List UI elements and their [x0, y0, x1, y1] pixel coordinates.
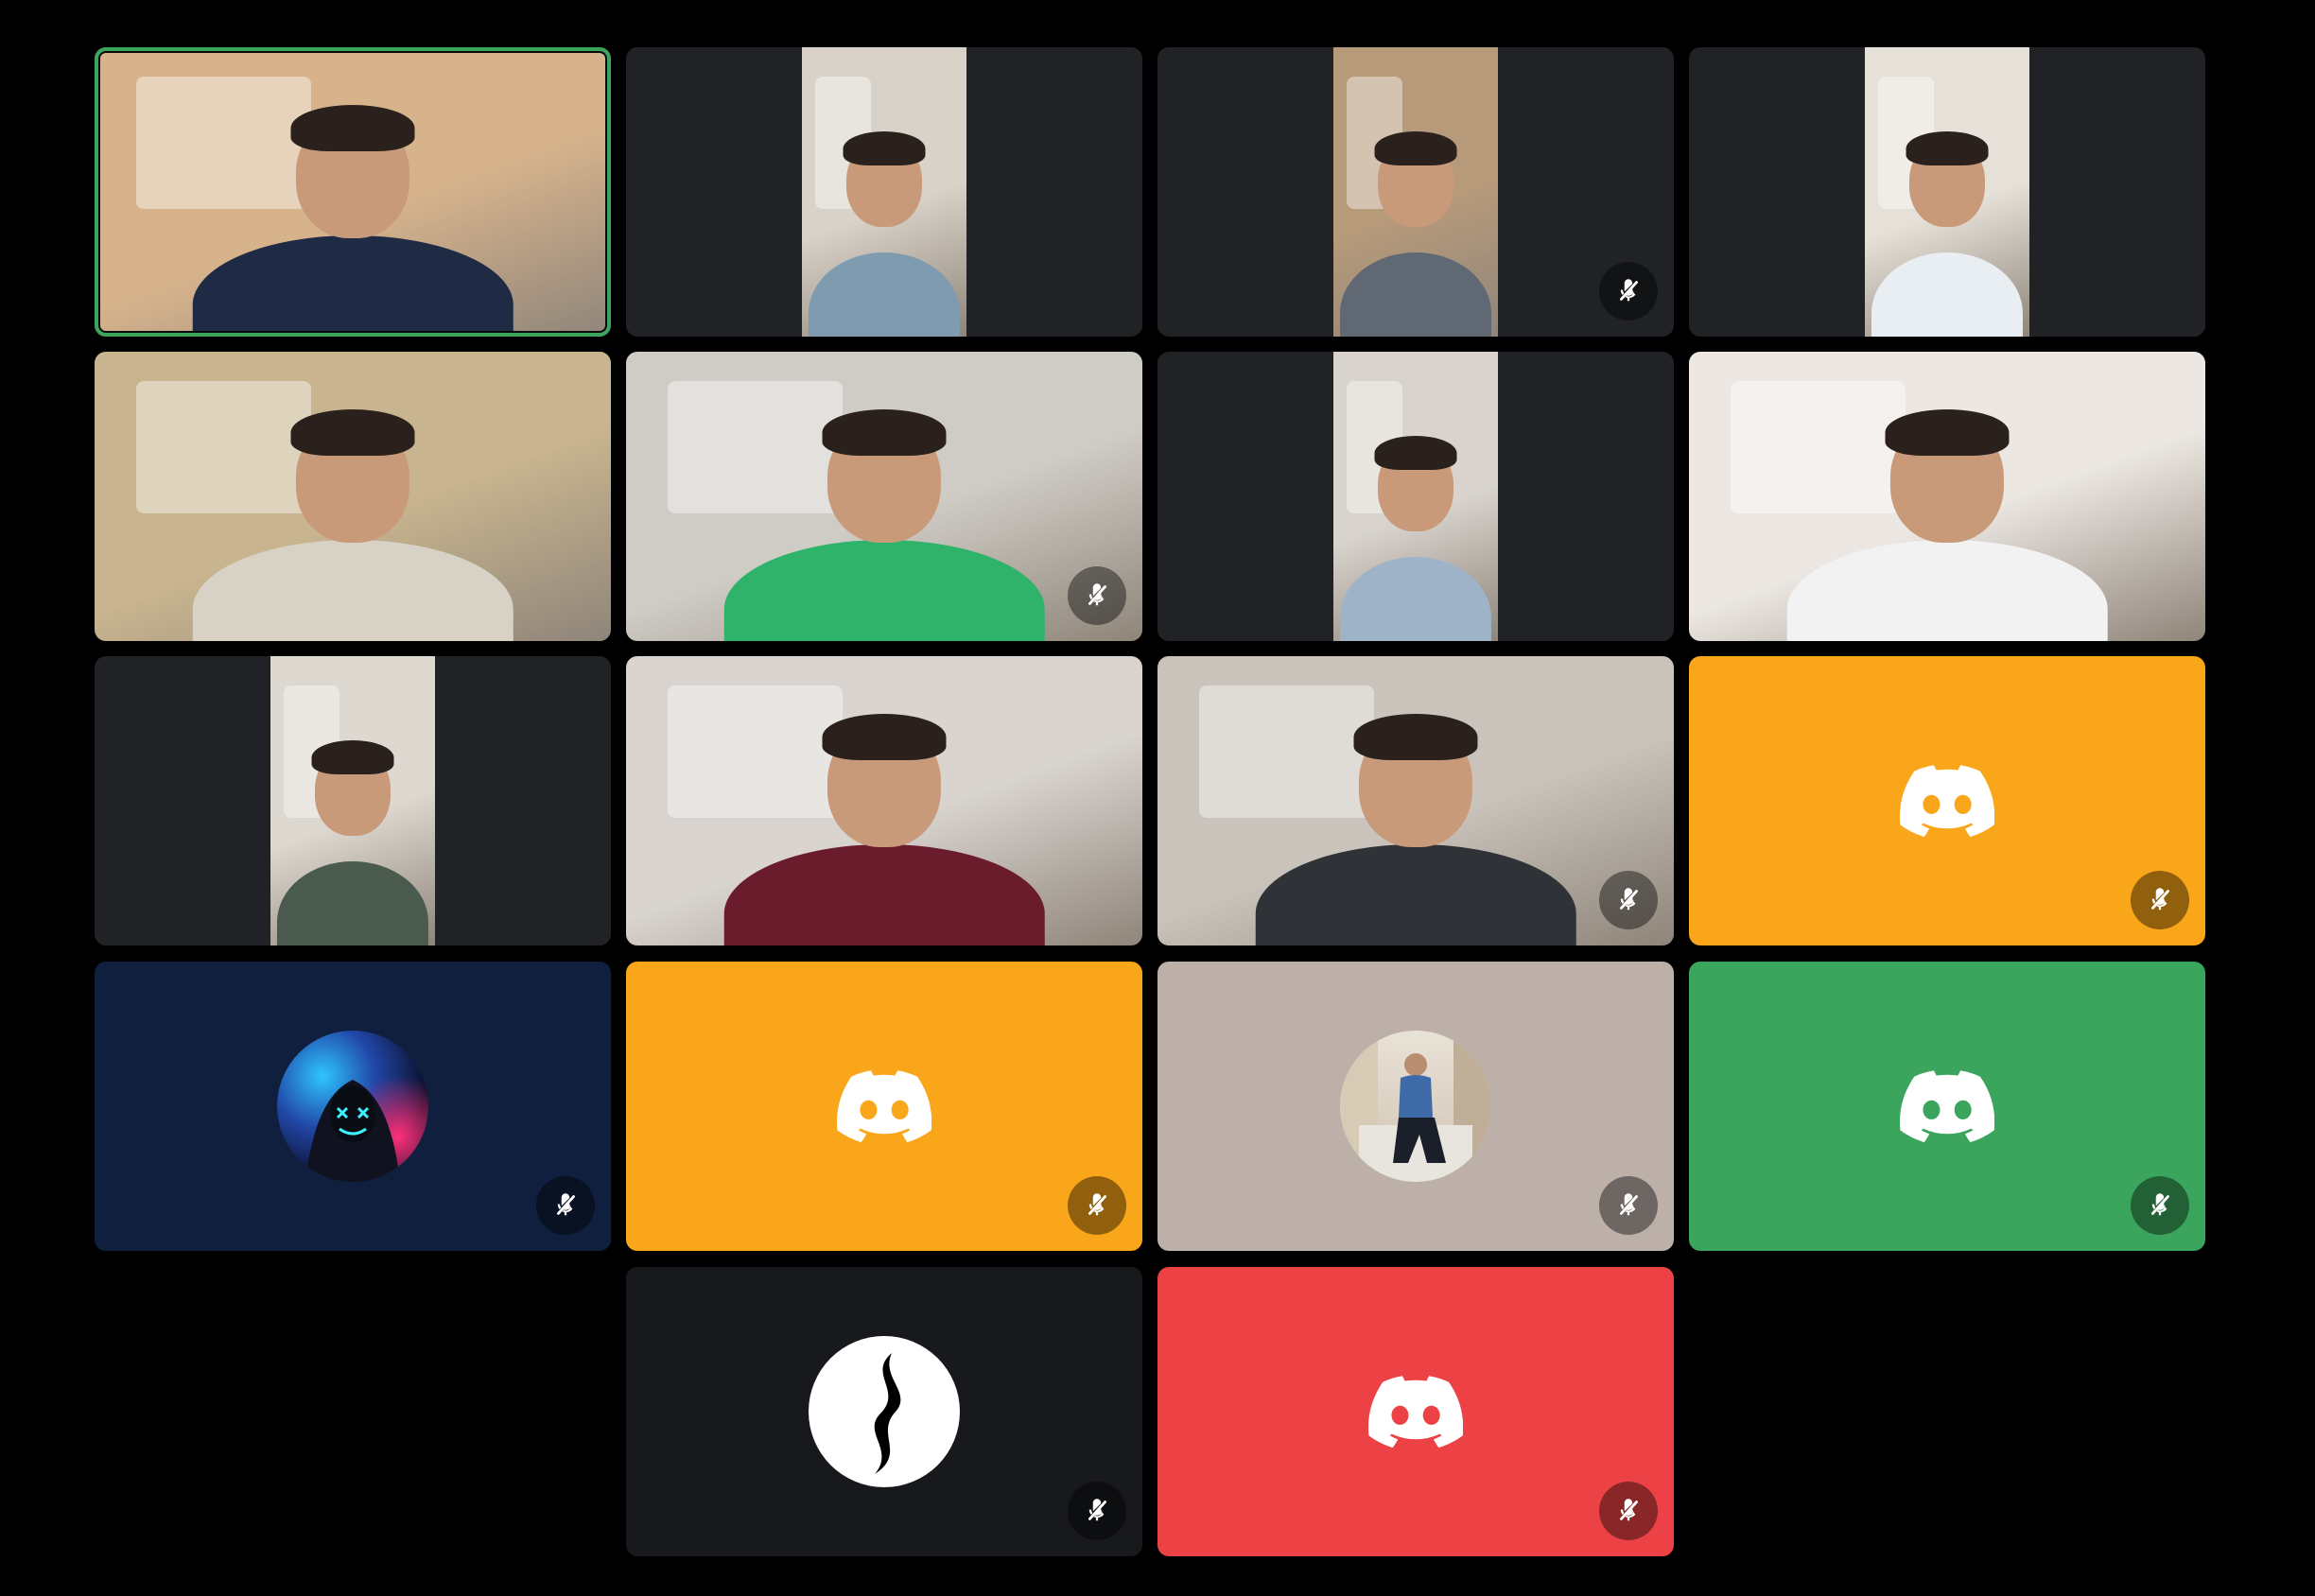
participant-video	[1158, 656, 1674, 945]
participant-avatar	[277, 1031, 428, 1182]
participant-video	[1689, 352, 2205, 641]
discord-logo-icon	[1899, 765, 1995, 838]
discord-logo-icon	[836, 1070, 932, 1143]
participant-tile[interactable]	[626, 962, 1142, 1251]
participant-tile[interactable]	[1158, 656, 1674, 945]
muted-mic-icon	[1599, 1176, 1658, 1235]
discord-logo-icon	[1367, 1376, 1464, 1449]
participant-tile[interactable]	[626, 1267, 1142, 1556]
participant-video	[1333, 47, 1498, 337]
muted-mic-icon	[1599, 262, 1658, 321]
muted-mic-icon	[1068, 566, 1126, 625]
participant-tile[interactable]	[1158, 1267, 1674, 1556]
muted-mic-icon	[1068, 1482, 1126, 1540]
muted-mic-icon	[1068, 1176, 1126, 1235]
participant-tile[interactable]	[95, 656, 611, 945]
participant-tile[interactable]	[1158, 962, 1674, 1251]
participant-video	[270, 656, 435, 945]
participant-video	[95, 352, 611, 641]
participant-tile[interactable]	[95, 962, 611, 1251]
participant-tile[interactable]	[95, 352, 611, 641]
muted-mic-icon	[536, 1176, 595, 1235]
muted-mic-icon	[2131, 1176, 2189, 1235]
participant-video	[1865, 47, 2029, 337]
participant-tile[interactable]	[1689, 47, 2205, 337]
participant-video	[95, 47, 611, 337]
discord-logo-icon	[1899, 1070, 1995, 1143]
muted-mic-icon	[1599, 871, 1658, 929]
participant-tile[interactable]	[626, 656, 1142, 945]
participant-tile[interactable]	[1689, 962, 2205, 1251]
participant-tile[interactable]	[1689, 352, 2205, 641]
participant-tile[interactable]	[1158, 47, 1674, 337]
participant-tile[interactable]	[626, 47, 1142, 337]
participant-tile[interactable]	[1689, 656, 2205, 945]
participant-video	[626, 656, 1142, 945]
participant-avatar	[1340, 1031, 1491, 1182]
muted-mic-icon	[1599, 1482, 1658, 1540]
participant-tile[interactable]	[1158, 352, 1674, 641]
participant-video	[1333, 352, 1498, 641]
participant-tile[interactable]	[626, 352, 1142, 641]
muted-mic-icon	[2131, 871, 2189, 929]
participant-video	[802, 47, 966, 337]
video-call-grid	[0, 0, 2315, 1596]
participant-tile[interactable]	[95, 47, 611, 337]
participant-avatar	[809, 1336, 960, 1487]
participant-video	[626, 352, 1142, 641]
